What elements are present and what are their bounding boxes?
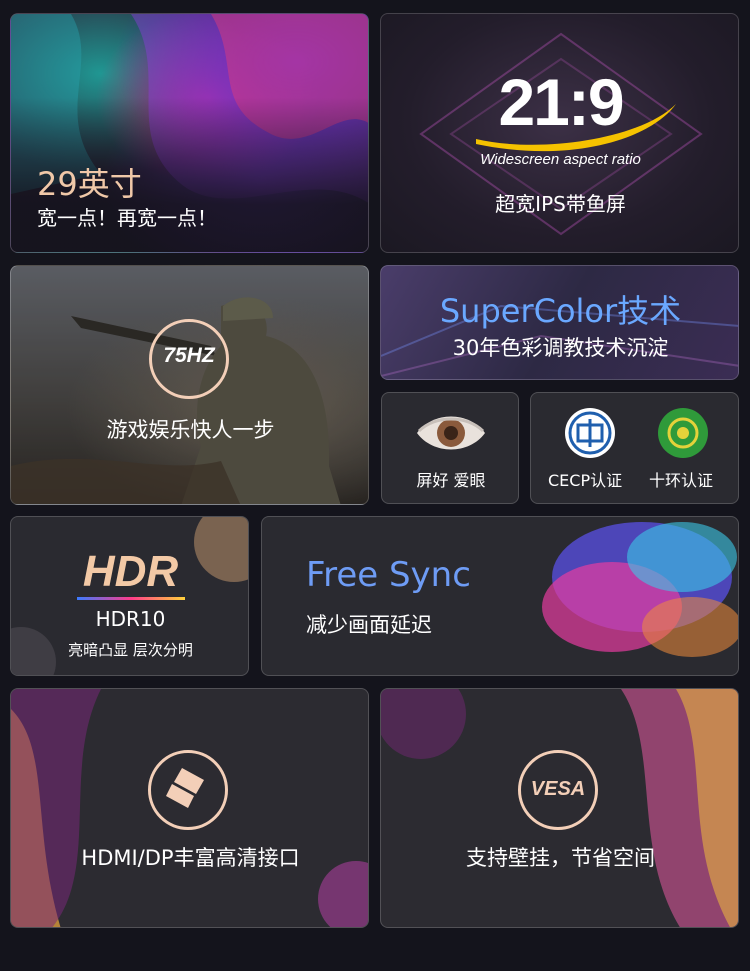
size-card: 29英寸 宽一点！再宽一点！ [10,13,369,253]
vesa-badge-text: VESA [530,778,586,800]
hdr-logo-underline [77,597,185,600]
hdr-logo: HDR [82,547,179,596]
hdr-subtitle: 亮暗凸显 层次分明 [68,641,193,659]
color-explosion-art [542,522,738,657]
eye-care-card: 屏好 爱眼 [381,392,519,504]
refresh-subtitle: 游戏娱乐快人一步 [106,418,275,442]
ratio-caption: Widescreen aspect ratio [480,151,641,168]
refresh-badge-text: 75HZ [163,344,215,367]
size-subtitle: 宽一点！再宽一点！ [37,206,217,230]
vesa-label: 支持壁挂，节省空间 [466,846,655,870]
supercolor-title: SuperColor技术 [439,292,682,330]
vesa-badge: VESA [518,750,598,830]
hdr-card: HDR HDR10 亮暗凸显 层次分明 [10,516,249,676]
freesync-subtitle: 减少画面延迟 [306,613,432,637]
certification-card: CECP认证 十环认证 [530,392,739,504]
plug-icon [166,768,204,808]
cecp-seal-icon [565,408,615,458]
refresh-badge: 75HZ [149,319,229,399]
freesync-card: Free Sync 减少画面延迟 [261,516,739,676]
eye-icon [417,416,485,450]
aspect-ratio-card: 21:9 Widescreen aspect ratio 超宽IPS带鱼屏 [380,13,739,253]
ten-ring-label: 十环认证 [649,471,714,490]
ports-label: HDMI/DP丰富高清接口 [81,846,300,870]
cecp-label: CECP认证 [548,471,623,490]
ports-card: HDMI/DP丰富高清接口 [10,688,369,928]
hdr-title: HDR10 [95,607,166,631]
ratio-subtitle: 超宽IPS带鱼屏 [495,192,626,216]
eye-care-label: 屏好 爱眼 [416,471,486,490]
supercolor-subtitle: 30年色彩调教技术沉淀 [452,336,669,360]
vesa-card: VESA 支持壁挂，节省空间 [380,688,739,928]
hdmi-badge [148,750,228,830]
size-title: 29英寸 [37,165,142,203]
refresh-rate-card: 75HZ 游戏娱乐快人一步 [10,265,369,505]
supercolor-card: SuperColor技术 30年色彩调教技术沉淀 [380,265,739,380]
ten-ring-seal-icon [658,408,708,458]
ratio-value: 21:9 [498,65,624,139]
freesync-title: Free Sync [306,555,471,595]
